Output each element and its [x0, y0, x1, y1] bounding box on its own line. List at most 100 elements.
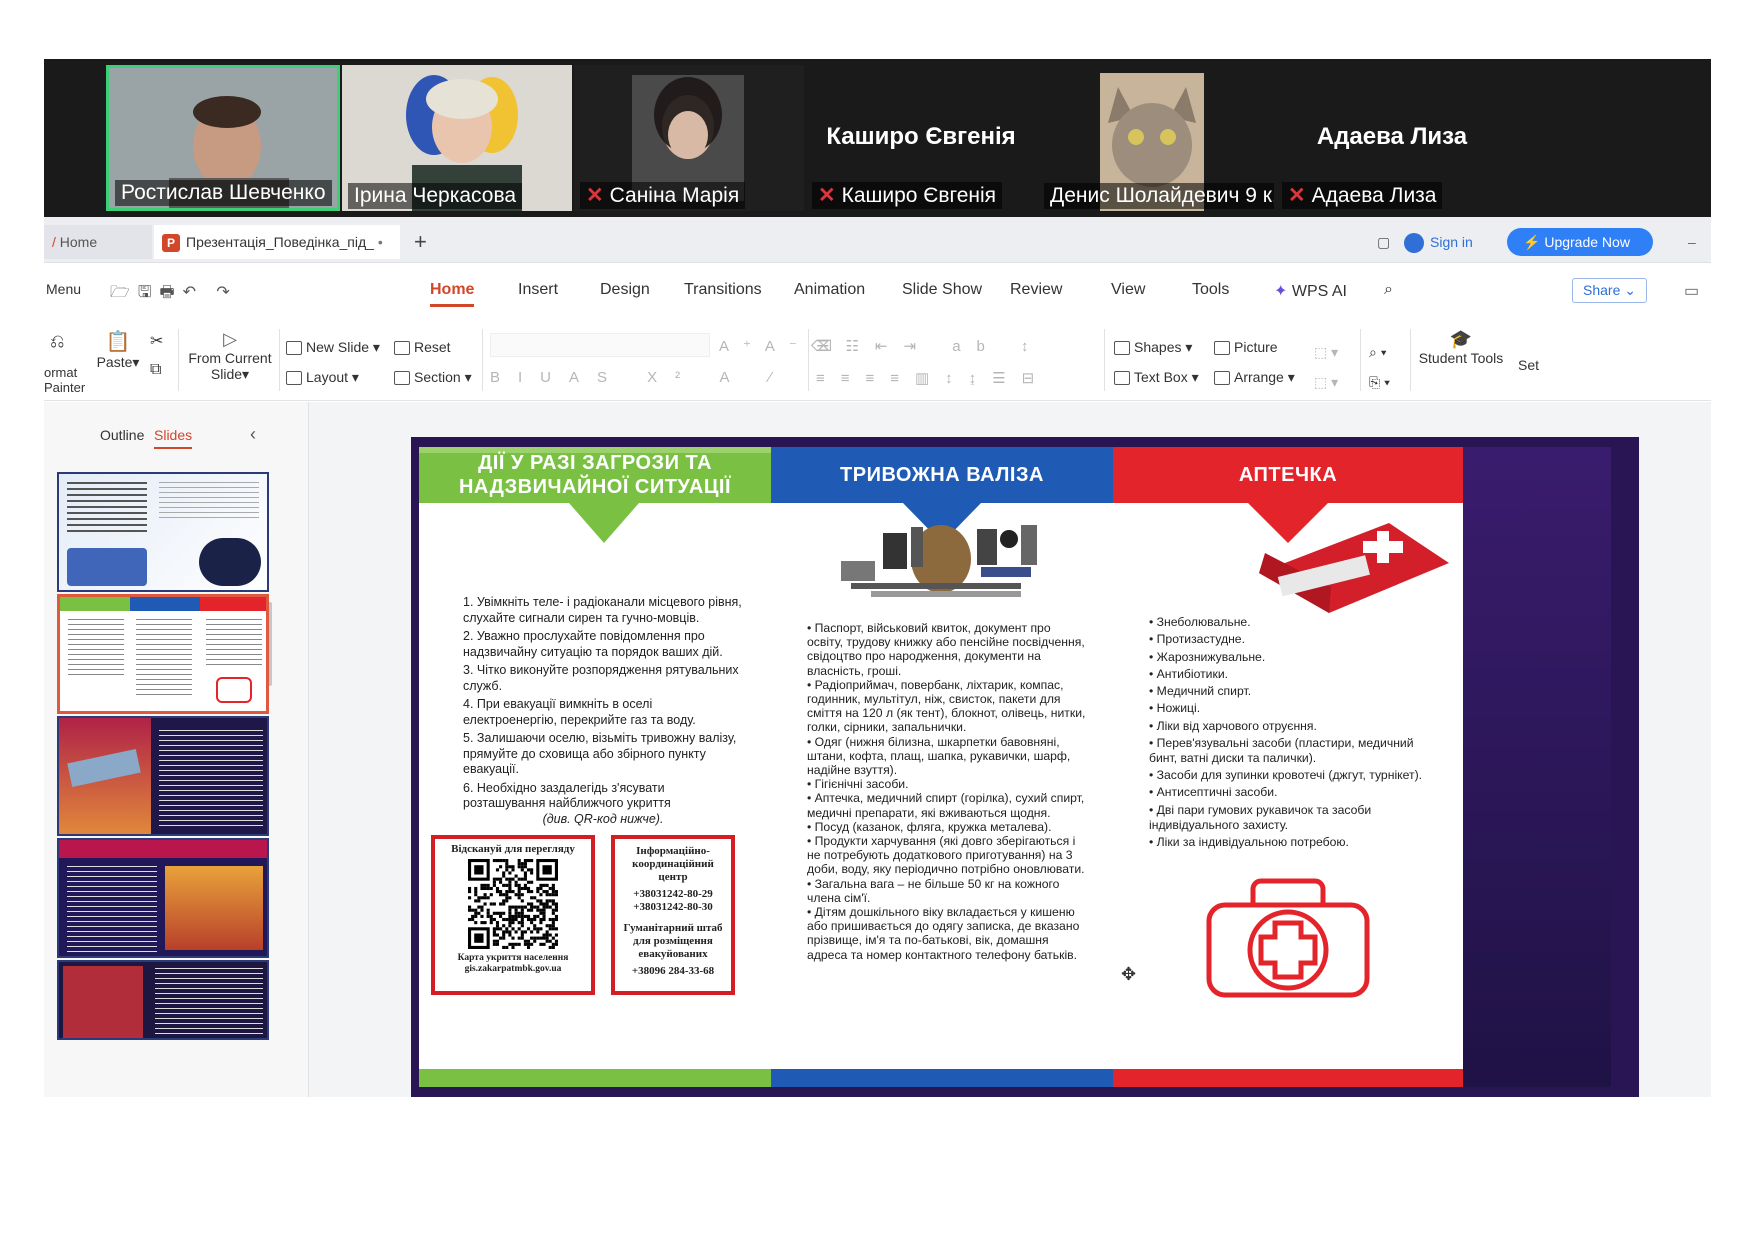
arrange-button[interactable]: Arrange ▾	[1214, 369, 1295, 386]
clipboard-icon: 📋	[105, 331, 131, 353]
tab-slides[interactable]: Slides	[154, 427, 193, 449]
bag-list: • Паспорт, військовий квиток, документ п…	[807, 621, 1089, 962]
sparkle-icon: ✦	[1274, 283, 1288, 300]
tab-insert[interactable]: Insert	[518, 281, 558, 299]
graduation-cap-icon: 🎓	[1449, 329, 1473, 349]
slide-thumbnail[interactable]	[57, 838, 269, 958]
info-phone: +38031242-80-30	[633, 901, 713, 913]
participant-tile[interactable]: Адаева Лиза ✕ Адаева Лиза	[1276, 65, 1508, 211]
reset-label: Reset	[414, 339, 451, 355]
column-title: ДІЇ У РАЗІ ЗАГРОЗИ ТА НАДЗВИЧАЙНОЇ СИТУА…	[458, 452, 731, 498]
first-aid-item: • Знеболювальне.	[1149, 615, 1251, 629]
font-format-buttons[interactable]: BIUAS X² A ⁄	[490, 369, 789, 386]
slide-thumbnail[interactable]	[57, 472, 269, 592]
text-box-button[interactable]: Text Box ▾	[1114, 369, 1199, 386]
paragraph-buttons-row2[interactable]: ≡≡≡≡▥↕↨☰⊟	[816, 369, 1050, 387]
minimize-button[interactable]: –	[1680, 225, 1706, 259]
info-phone: +38031242-80-29	[633, 888, 713, 900]
bag-item: • Загальна вага – не більше 50 кг на кож…	[807, 876, 1060, 905]
screenshot: Ростислав Шевченко Ірина Черкасова ✕ Сані…	[44, 59, 1711, 1097]
divider	[1410, 329, 1411, 391]
shapes-icon	[1114, 341, 1130, 356]
participant-tile[interactable]: Ірина Черкасова	[342, 65, 572, 211]
new-tab-button[interactable]: +	[406, 225, 436, 259]
slide-thumbnail[interactable]	[57, 960, 269, 1040]
tab-animation[interactable]: Animation	[794, 281, 865, 299]
tab-tools[interactable]: Tools	[1192, 281, 1229, 299]
menu-button[interactable]: Menu	[46, 281, 81, 297]
copy-icon[interactable]: ⧉	[150, 361, 161, 379]
share-button[interactable]: Share ⌄	[1572, 278, 1647, 303]
bag-item: • Гігієнічні засоби.	[807, 777, 909, 792]
set-button[interactable]: Set	[1518, 357, 1539, 373]
student-tools-button[interactable]: 🎓 Student Tools	[1416, 329, 1506, 366]
shapes-button[interactable]: Shapes ▾	[1114, 339, 1192, 356]
tab-transitions[interactable]: Transitions	[684, 281, 762, 299]
slide-thumbnail-selected[interactable]	[57, 594, 269, 714]
tab-review[interactable]: Review	[1010, 281, 1062, 299]
participant-tile[interactable]: Денис Шолайдевич 9 к...	[1038, 65, 1274, 211]
section-icon	[394, 371, 410, 386]
tab-wps-ai[interactable]: ✦ WPS AI	[1274, 281, 1347, 301]
cut-icon[interactable]: ✂	[150, 331, 163, 351]
paste-button[interactable]: 📋 Paste▾	[96, 329, 140, 371]
divider	[808, 329, 809, 391]
section-button[interactable]: Section ▾	[394, 369, 472, 386]
workspace: Outline Slides ‹ ДІЇ У РАЗІ ЗАГРОЗИ ТА Н…	[44, 402, 1711, 1097]
find-icon[interactable]: ⌕ ▾ ⎘ ▾	[1369, 337, 1390, 397]
qr-caption-bottom: Карта укриття населення gis.zakarpatmbk.…	[457, 953, 569, 974]
bag-item: • Радіоприймач, повербанк, ліхтарик, ком…	[807, 677, 1086, 735]
slide-thumbnail[interactable]	[57, 716, 269, 836]
font-name-select[interactable]	[490, 333, 710, 357]
arrange-label: Arrange	[1234, 369, 1284, 385]
first-aid-item: • Дві пари гумових рукавичок та засоби і…	[1149, 802, 1372, 832]
tab-presentation[interactable]: P Презентація_Поведінка_під_ •	[154, 225, 400, 259]
paragraph-buttons-row1[interactable]: ☰☷⇤⇥ ab ↕	[816, 337, 1045, 355]
reset-button[interactable]: Reset	[394, 339, 451, 356]
window-icon[interactable]: ▢	[1369, 225, 1395, 259]
search-icon[interactable]: ⌕	[1384, 281, 1393, 299]
header-text-wrap: АПТЕЧКА	[1113, 447, 1463, 503]
from-current-slide-button[interactable]: ▷ From Current Slide▾	[184, 329, 276, 383]
upgrade-now-button[interactable]: ⚡ Upgrade Now	[1507, 228, 1653, 256]
tab-slides-label: Slides	[154, 427, 193, 443]
tab-home-label: Home	[430, 281, 475, 298]
tab-view[interactable]: View	[1111, 281, 1145, 299]
first-aid-item: • Засоби для зупинки кровотечі (джгут, т…	[1149, 768, 1423, 783]
tab-slide-show[interactable]: Slide Show	[902, 281, 982, 299]
paste-label: Paste	[96, 354, 133, 370]
participant-tile[interactable]: Каширо Євгенія ✕ Каширо Євгенія	[806, 65, 1036, 211]
slide-content: ДІЇ У РАЗІ ЗАГРОЗИ ТА НАДЗВИЧАЙНОЇ СИТУА…	[419, 447, 1611, 1087]
layout-button[interactable]: Layout ▾	[286, 369, 359, 386]
comment-icon[interactable]: ▭	[1684, 281, 1699, 301]
participant-tile[interactable]: ✕ Саніна Марія	[574, 65, 804, 211]
new-slide-button[interactable]: New Slide ▾	[286, 339, 380, 356]
tab-design[interactable]: Design	[600, 281, 650, 299]
qr-caption-top: Відскануй для перегляду	[451, 843, 575, 855]
sign-in-button[interactable]: Sign in	[1396, 225, 1496, 259]
picture-button[interactable]: Picture	[1214, 339, 1278, 356]
first-aid-item: • Ножиці.	[1149, 701, 1201, 716]
action-item: 1. Увімкніть теле- і радіоканали місцево…	[463, 595, 742, 625]
first-aid-kit-icon	[1206, 878, 1370, 998]
slide-canvas[interactable]: ДІЇ У РАЗІ ЗАГРОЗИ ТА НАДЗВИЧАЙНОЇ СИТУА…	[411, 437, 1639, 1097]
first-aid-item: • Антисептичні засоби.	[1149, 785, 1278, 800]
divider	[482, 329, 483, 391]
collapse-panel-icon[interactable]: ‹	[250, 424, 256, 445]
first-aid-item: • Перев'язувальні засоби (пластири, меди…	[1149, 736, 1414, 765]
layout-icon	[286, 371, 302, 386]
tab-home[interactable]: / Home	[44, 225, 152, 259]
tab-home[interactable]: Home	[430, 281, 475, 307]
action-item: 5. Залишаючи оселю, візьміть тривожну ва…	[463, 731, 737, 776]
fill-outline-buttons[interactable]: ⬚ ▾ ⬚ ▾	[1314, 337, 1338, 397]
action-item: 4. При евакуації вимкніть в оселі електр…	[463, 697, 696, 727]
participant-tile[interactable]: Ростислав Шевченко	[106, 65, 340, 211]
bag-item: • Посуд (казанок, фляга, кружка металева…	[807, 819, 1052, 834]
tab-outline[interactable]: Outline	[100, 427, 144, 443]
close-tab-icon[interactable]: •	[378, 234, 383, 250]
format-painter-button[interactable]: ormat Painter	[44, 365, 85, 395]
action-item: 6. Необхідно заздалегідь з'ясувати розта…	[463, 780, 671, 811]
column-actions: ДІЇ У РАЗІ ЗАГРОЗИ ТА НАДЗВИЧАЙНОЇ СИТУА…	[419, 447, 771, 1087]
first-aid-item: • Жарознижувальне.	[1149, 649, 1266, 664]
bag-item: • Паспорт, військовий квиток, документ п…	[807, 621, 1085, 678]
